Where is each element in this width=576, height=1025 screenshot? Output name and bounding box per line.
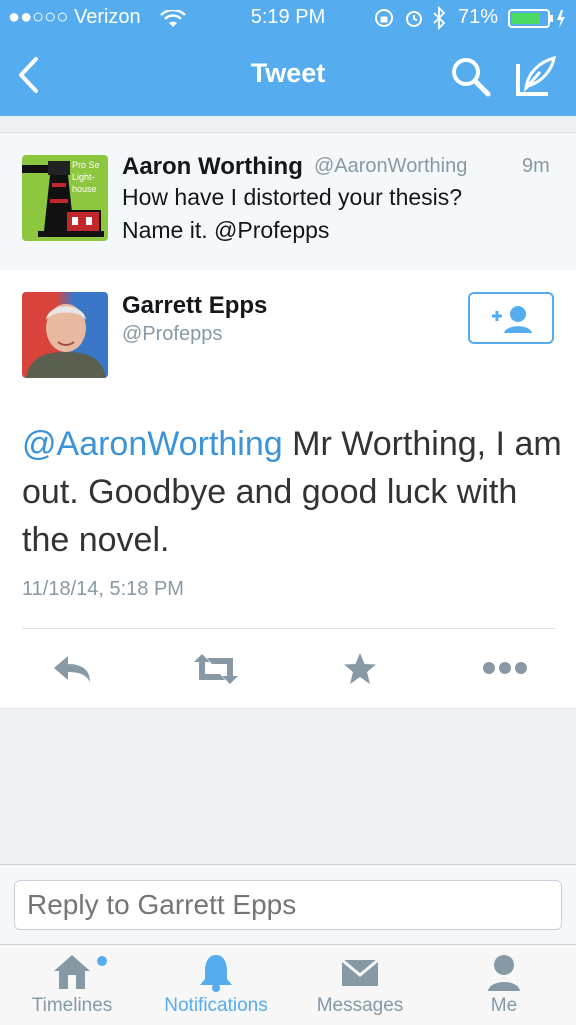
follow-button[interactable]: [468, 292, 554, 344]
favorite-star-icon[interactable]: [342, 652, 378, 686]
avatar[interactable]: Pro Se Light- house: [22, 155, 108, 241]
compose-icon[interactable]: [514, 54, 558, 98]
bell-icon: [200, 955, 232, 992]
tweet-text: How have I distorted your thesis? Name i…: [122, 184, 463, 243]
tab-label: Messages: [316, 995, 404, 1016]
author-name[interactable]: Aaron Worthing: [122, 153, 303, 181]
tweet-timestamp: 11/18/14, 5:18 PM: [22, 578, 184, 600]
tweet-body: @AaronWorthing Mr Worthing, I am out. Go…: [22, 420, 562, 564]
context-tweet[interactable]: Pro Se Light- house Aaron Worthing @Aaro…: [0, 132, 576, 271]
bluetooth-icon: [433, 6, 446, 30]
main-tweet: Garrett Epps @Profepps @AaronWorthing Mr…: [0, 270, 576, 709]
avatar-caption: Pro Se Light- house: [72, 160, 100, 194]
tab-me[interactable]: Me: [432, 945, 576, 1025]
tab-label: Me: [490, 995, 518, 1016]
person-photo-icon: [26, 304, 106, 378]
add-user-icon: [492, 306, 532, 333]
top-bar: ●●○○○ Verizon 5:19 PM 71% Tweet: [0, 0, 576, 116]
rotation-lock-icon: [375, 9, 393, 27]
envelope-icon: [341, 958, 379, 986]
tab-label: Timelines: [31, 995, 113, 1016]
reply-input[interactable]: [14, 880, 562, 930]
person-icon: [488, 955, 520, 991]
battery-percent: 71%: [458, 6, 499, 28]
divider: [22, 628, 556, 629]
search-icon[interactable]: [450, 56, 492, 98]
battery-icon: [508, 9, 565, 28]
reply-icon[interactable]: [50, 652, 94, 686]
mention-link[interactable]: @AaronWorthing: [22, 425, 283, 463]
tab-notifications[interactable]: Notifications: [144, 945, 288, 1025]
retweet-icon[interactable]: [190, 652, 242, 686]
more-icon[interactable]: [482, 660, 528, 676]
author-name[interactable]: Garrett Epps: [122, 292, 267, 320]
tab-messages[interactable]: Messages: [288, 945, 432, 1025]
tab-timelines[interactable]: Timelines: [0, 945, 144, 1025]
tweet-age: 9m: [522, 155, 550, 177]
reply-bar: [0, 864, 576, 945]
author-handle[interactable]: @AaronWorthing: [314, 155, 467, 178]
home-icon: [54, 955, 107, 989]
tab-bar: Timelines Notifications Messages Me: [0, 944, 576, 1025]
tab-label: Notifications: [164, 995, 268, 1016]
alarm-icon: [406, 11, 422, 27]
avatar[interactable]: [22, 292, 108, 378]
author-handle[interactable]: @Profepps: [122, 323, 222, 346]
